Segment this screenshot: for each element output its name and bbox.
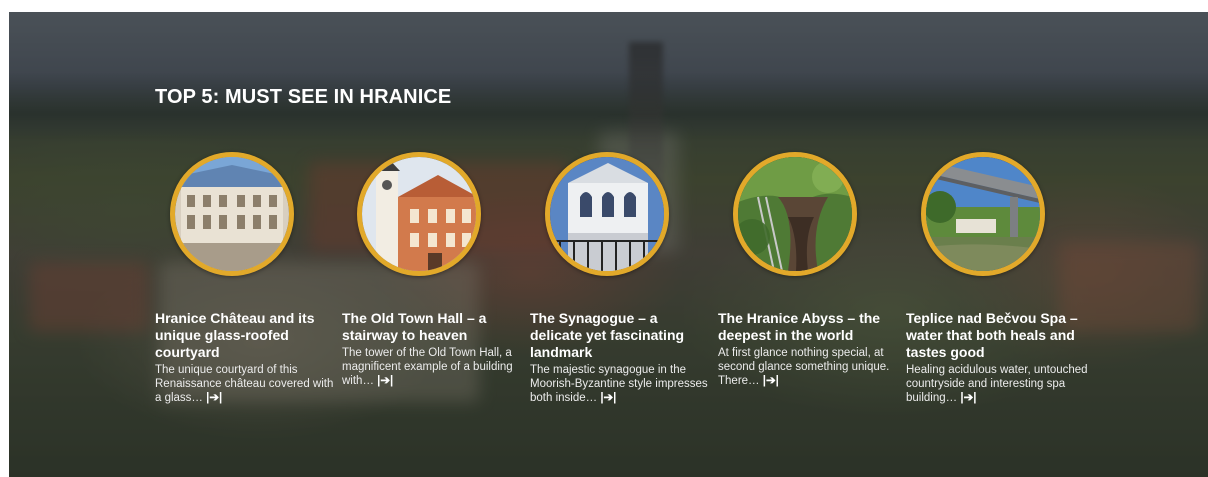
read-more-link[interactable]: |➔| <box>763 375 779 387</box>
card-description-text: The unique courtyard of this Renaissance… <box>155 364 334 404</box>
attraction-card-chateau[interactable]: Hranice Château and its unique glass-roo… <box>155 152 337 405</box>
page-title: TOP 5: MUST SEE IN HRANICE <box>155 86 452 108</box>
hero-section: TOP 5: MUST SEE IN HRANICE Hranice Châte… <box>9 12 1208 477</box>
card-description: The unique courtyard of this Renaissance… <box>155 363 337 405</box>
card-title[interactable]: Teplice nad Bečvou Spa – water that both… <box>906 310 1088 361</box>
read-more-link[interactable]: |➔| <box>960 392 976 404</box>
town-hall-photo-icon[interactable] <box>357 152 481 276</box>
card-title[interactable]: The Synagogue – a delicate yet fascinati… <box>530 310 712 361</box>
read-more-link[interactable]: |➔| <box>600 392 616 404</box>
card-description: The majestic synagogue in the Moorish-By… <box>530 363 712 405</box>
card-description-text: The tower of the Old Town Hall, a magnif… <box>342 347 513 387</box>
read-more-link[interactable]: |➔| <box>206 392 222 404</box>
attraction-card-synagogue[interactable]: The Synagogue – a delicate yet fascinati… <box>530 152 712 405</box>
attraction-card-abyss[interactable]: The Hranice Abyss – the deepest in the w… <box>718 152 900 388</box>
spa-bridge-photo-icon[interactable] <box>921 152 1045 276</box>
synagogue-photo-icon[interactable] <box>545 152 669 276</box>
card-description: At first glance nothing special, at seco… <box>718 346 900 388</box>
abyss-photo-icon[interactable] <box>733 152 857 276</box>
card-description-text: Healing acidulous water, untouched count… <box>906 364 1088 404</box>
attraction-card-town-hall[interactable]: The Old Town Hall – a stairway to heaven… <box>342 152 524 388</box>
attraction-card-spa[interactable]: Teplice nad Bečvou Spa – water that both… <box>906 152 1088 405</box>
card-description-text: The majestic synagogue in the Moorish-By… <box>530 364 708 404</box>
card-title[interactable]: The Hranice Abyss – the deepest in the w… <box>718 310 900 344</box>
card-description: Healing acidulous water, untouched count… <box>906 363 1088 405</box>
card-description: The tower of the Old Town Hall, a magnif… <box>342 346 524 388</box>
card-title[interactable]: The Old Town Hall – a stairway to heaven <box>342 310 524 344</box>
card-description-text: At first glance nothing special, at seco… <box>718 347 890 387</box>
chateau-courtyard-photo-icon[interactable] <box>170 152 294 276</box>
card-title[interactable]: Hranice Château and its unique glass-roo… <box>155 310 337 361</box>
read-more-link[interactable]: |➔| <box>377 375 393 387</box>
